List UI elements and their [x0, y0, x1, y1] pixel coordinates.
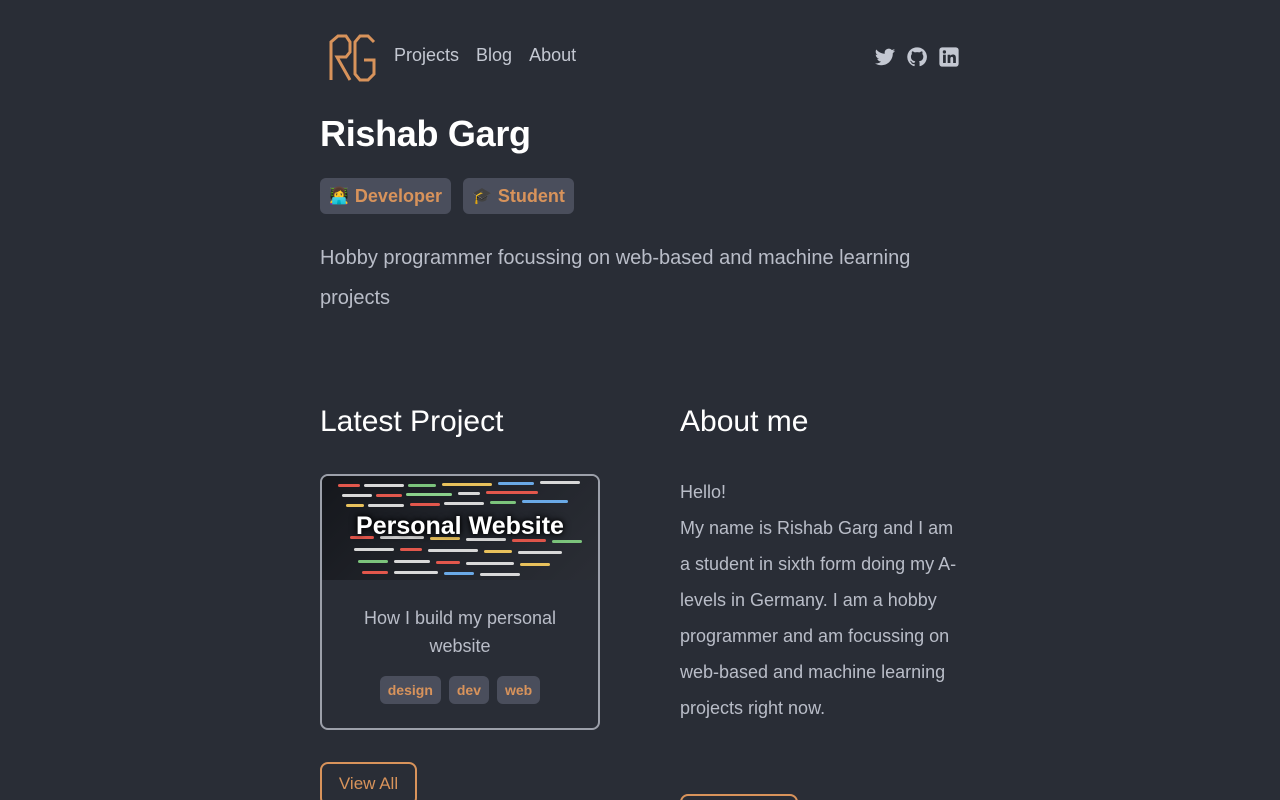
project-card-image: Personal Website [322, 476, 598, 580]
graduation-cap-icon: 🎓 [471, 188, 492, 205]
nav-link-projects[interactable]: Projects [394, 45, 459, 66]
about-heading: About me [680, 405, 809, 438]
view-all-button[interactable]: View All [320, 762, 417, 800]
twitter-icon[interactable] [874, 46, 896, 68]
site-header: Projects Blog About [320, 28, 960, 86]
github-icon[interactable] [906, 46, 928, 68]
chip-developer: 👩‍💻 Developer [320, 178, 451, 214]
tag-design[interactable]: design [379, 676, 441, 704]
project-card-title[interactable]: Personal Website [322, 512, 598, 541]
project-card-description: How I build my personal website [363, 608, 557, 656]
social-links [874, 46, 960, 68]
about-body: My name is Rishab Garg and I am a studen… [680, 518, 957, 718]
rg-logo[interactable] [328, 32, 378, 84]
main-nav: Projects Blog About [394, 45, 576, 66]
linkedin-icon[interactable] [938, 46, 960, 68]
tag-dev[interactable]: dev [448, 676, 489, 704]
project-card[interactable]: Personal Website How I build my personal… [320, 474, 600, 730]
tag-web[interactable]: web [497, 676, 541, 704]
project-card-tags: design dev web [322, 676, 598, 704]
about-text: Hello! My name is Rishab Garg and I am a… [680, 474, 960, 726]
about-more-button[interactable] [680, 794, 798, 800]
chip-label: Student [497, 185, 565, 206]
page-title: Rishab Garg [320, 113, 531, 154]
latest-project-heading: Latest Project [320, 405, 504, 438]
chip-student: 🎓 Student [462, 178, 574, 214]
nav-link-about[interactable]: About [529, 45, 576, 66]
nav-link-blog[interactable]: Blog [476, 45, 512, 66]
chip-label: Developer [354, 185, 442, 206]
hero-description: Hobby programmer focussing on web-based … [320, 247, 911, 309]
developer-emoji-icon: 👩‍💻 [329, 188, 349, 205]
about-greeting: Hello! [680, 482, 727, 502]
role-chips: 👩‍💻 Developer 🎓 Student [320, 178, 574, 214]
